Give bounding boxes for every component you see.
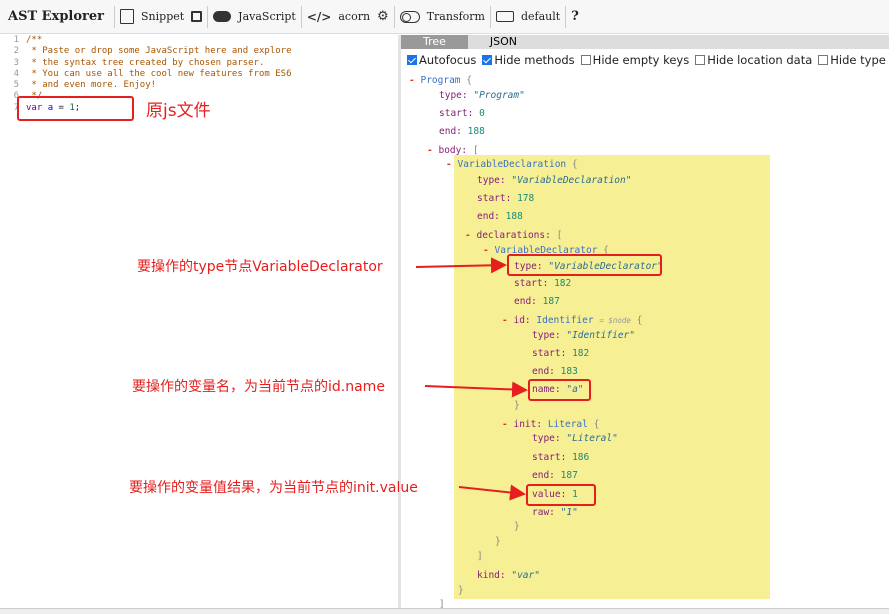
arrow-to-id-name — [424, 381, 528, 398]
arrow-to-init-value — [458, 484, 526, 501]
annotation-arrows — [415, 257, 528, 501]
arrow-to-type-node — [415, 257, 507, 274]
status-strip — [0, 608, 889, 614]
